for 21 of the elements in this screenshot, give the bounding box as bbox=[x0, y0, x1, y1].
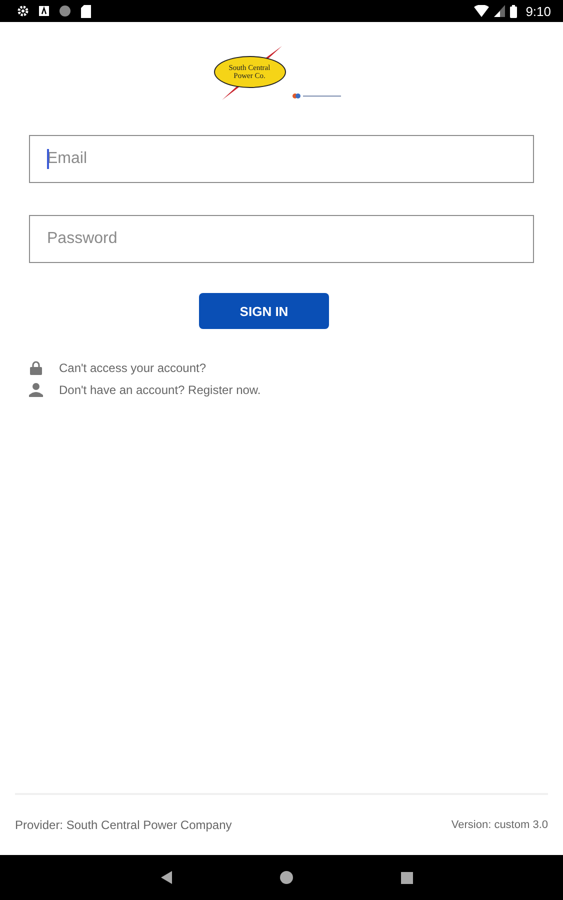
help-link[interactable]: Can't access your account? bbox=[59, 360, 206, 374]
password-field[interactable]: Password bbox=[29, 215, 534, 263]
provider-text: Provider: South Central Power Company bbox=[15, 818, 232, 832]
email-field[interactable]: Email bbox=[29, 135, 534, 183]
settings-icon bbox=[17, 5, 29, 17]
wifi-icon bbox=[474, 5, 489, 17]
recents-icon[interactable] bbox=[400, 872, 412, 884]
sign-in-button[interactable]: SIGN IN bbox=[199, 293, 329, 329]
person-icon bbox=[29, 382, 43, 396]
tagline-drawing bbox=[292, 92, 342, 100]
back-icon[interactable] bbox=[160, 871, 172, 884]
signal-icon bbox=[494, 5, 505, 17]
home-icon[interactable] bbox=[280, 871, 292, 884]
version-text: Version: custom 3.0 bbox=[451, 819, 548, 831]
sd-card-icon bbox=[81, 4, 91, 18]
battery-icon bbox=[510, 4, 517, 18]
app-icon bbox=[39, 5, 49, 17]
circle-icon bbox=[59, 5, 71, 17]
clock-time: 9:10 bbox=[526, 4, 551, 18]
help-link[interactable]: Don't have an account? Register now. bbox=[59, 382, 261, 396]
lock-icon bbox=[29, 360, 43, 374]
